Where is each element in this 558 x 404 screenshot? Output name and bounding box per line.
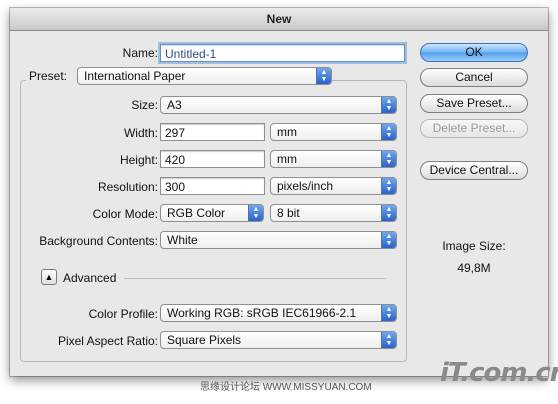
pixel-aspect-popup[interactable]: Square Pixels ▲ ▼ — [160, 331, 397, 349]
updown-arrows-icon: ▲ ▼ — [381, 178, 396, 194]
resolution-unit-value: pixels/inch — [277, 179, 334, 193]
bit-depth-popup[interactable]: 8 bit ▲ ▼ — [270, 204, 397, 222]
bit-depth-value: 8 bit — [277, 206, 300, 220]
color-profile-popup[interactable]: Working RGB: sRGB IEC61966-2.1 ▲ ▼ — [160, 304, 397, 322]
ok-button[interactable]: OK — [420, 43, 528, 62]
image-size-label: Image Size: — [442, 239, 506, 253]
updown-arrows-icon: ▲ ▼ — [248, 205, 263, 221]
size-value: A3 — [167, 98, 182, 112]
updown-arrows-icon: ▲ ▼ — [381, 332, 396, 348]
updown-arrows-icon: ▲ ▼ — [381, 205, 396, 221]
width-field[interactable]: 297 — [160, 123, 265, 141]
background-contents-popup[interactable]: White ▲ ▼ — [160, 231, 397, 249]
preset-popup[interactable]: International Paper ▲ ▼ — [77, 67, 332, 85]
resolution-unit-popup[interactable]: pixels/inch ▲ ▼ — [270, 177, 397, 195]
height-unit-popup[interactable]: mm ▲ ▼ — [270, 150, 397, 168]
watermark-text: 思缘设计论坛 WWW.MISSYUAN.COM — [200, 382, 372, 393]
new-document-dialog: New Name: Untitled-1 Preset: Internation… — [10, 8, 548, 376]
advanced-divider — [124, 278, 386, 279]
pixel-aspect-value: Square Pixels — [167, 333, 242, 347]
height-field[interactable]: 420 — [160, 150, 265, 168]
width-unit-value: mm — [277, 125, 297, 139]
disclosure-triangle-icon[interactable]: ▲ — [41, 269, 57, 285]
device-central-button[interactable]: Device Central... — [420, 161, 528, 180]
height-label: Height: — [119, 153, 158, 167]
pixel-aspect-label: Pixel Aspect Ratio: — [57, 334, 158, 348]
width-label: Width: — [123, 126, 158, 140]
background-contents-label: Background Contents: — [39, 234, 158, 248]
preset-label: Preset: — [26, 69, 78, 83]
size-label: Size: — [131, 98, 158, 112]
color-mode-value: RGB Color — [167, 206, 226, 220]
resolution-field[interactable]: 300 — [160, 177, 265, 195]
height-unit-value: mm — [277, 152, 297, 166]
delete-preset-button: Delete Preset... — [420, 119, 528, 138]
advanced-label: Advanced — [63, 271, 117, 285]
resolution-label: Resolution: — [97, 180, 158, 194]
window-title: New — [10, 8, 548, 31]
watermark-logo: iT.com.cn — [440, 358, 558, 388]
save-preset-button[interactable]: Save Preset... — [420, 94, 528, 113]
color-mode-popup[interactable]: RGB Color ▲ ▼ — [160, 204, 264, 222]
preset-value: International Paper — [84, 69, 186, 83]
updown-arrows-icon: ▲ ▼ — [381, 305, 396, 321]
background-contents-value: White — [167, 233, 198, 247]
updown-arrows-icon: ▲ ▼ — [381, 151, 396, 167]
updown-arrows-icon: ▲ ▼ — [316, 68, 331, 84]
updown-arrows-icon: ▲ ▼ — [381, 232, 396, 248]
width-unit-popup[interactable]: mm ▲ ▼ — [270, 123, 397, 141]
color-profile-value: Working RGB: sRGB IEC61966-2.1 — [167, 306, 357, 320]
name-field[interactable]: Untitled-1 — [160, 44, 405, 62]
cancel-button[interactable]: Cancel — [420, 68, 528, 87]
color-profile-label: Color Profile: — [88, 307, 158, 321]
image-size-value: 49,8M — [457, 261, 491, 275]
updown-arrows-icon: ▲ ▼ — [381, 97, 396, 113]
size-popup[interactable]: A3 ▲ ▼ — [160, 96, 397, 114]
updown-arrows-icon: ▲ ▼ — [381, 124, 396, 140]
name-label: Name: — [122, 46, 158, 60]
color-mode-label: Color Mode: — [92, 207, 158, 221]
